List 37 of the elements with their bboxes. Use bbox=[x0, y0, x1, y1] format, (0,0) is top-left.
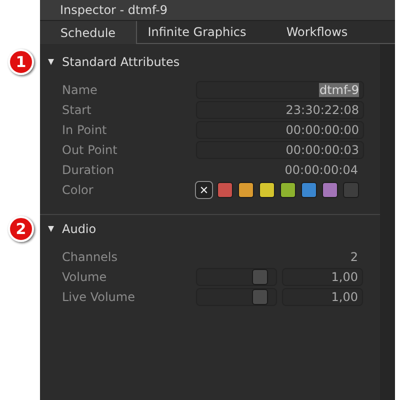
field-label: Duration bbox=[62, 163, 116, 177]
number-field[interactable]: 1,00 bbox=[282, 288, 363, 306]
color-swatch[interactable] bbox=[322, 182, 338, 198]
tab[interactable]: Schedule bbox=[40, 21, 137, 44]
section-header[interactable]: Standard Attributes bbox=[40, 52, 380, 72]
field-label: Name bbox=[62, 83, 98, 97]
field-label: Channels bbox=[62, 250, 119, 264]
slider[interactable] bbox=[196, 268, 277, 286]
slider-thumb[interactable] bbox=[252, 289, 268, 305]
slider-thumb[interactable] bbox=[252, 269, 268, 285]
field-label: Out Point bbox=[62, 143, 118, 157]
color-swatch[interactable] bbox=[280, 182, 296, 198]
value-text: 00:00:00:04 bbox=[284, 163, 358, 177]
tab[interactable]: Workflows bbox=[257, 21, 377, 43]
window-title: Inspector - dtmf-9 bbox=[60, 3, 168, 17]
field-label: Live Volume bbox=[62, 290, 136, 304]
tab[interactable]: Infinite Graphics bbox=[137, 21, 257, 43]
color-swatch[interactable] bbox=[301, 182, 317, 198]
color-swatch[interactable] bbox=[238, 182, 254, 198]
text-field[interactable]: dtmf-9 bbox=[196, 81, 364, 99]
section-header[interactable]: Audio bbox=[40, 219, 380, 239]
number-field[interactable]: 1,00 bbox=[282, 268, 363, 286]
color-swatch[interactable] bbox=[343, 182, 359, 198]
text-field[interactable]: 23:30:22:08 bbox=[196, 101, 364, 119]
text-field[interactable]: 00:00:00:03 bbox=[196, 141, 364, 159]
field-label: Color bbox=[62, 183, 94, 197]
color-swatch[interactable] bbox=[259, 182, 275, 198]
callout-badge: 1 bbox=[8, 49, 34, 75]
field-label: Start bbox=[62, 103, 92, 117]
text-field[interactable]: 00:00:00:00 bbox=[196, 121, 364, 139]
slider[interactable] bbox=[196, 288, 277, 306]
color-swatch[interactable]: ✕ bbox=[196, 182, 212, 198]
field-label: In Point bbox=[62, 123, 108, 137]
field-label: Volume bbox=[62, 270, 108, 284]
color-swatch[interactable] bbox=[217, 182, 233, 198]
callout-badge: 2 bbox=[8, 216, 34, 242]
value-text: 2 bbox=[349, 250, 358, 264]
